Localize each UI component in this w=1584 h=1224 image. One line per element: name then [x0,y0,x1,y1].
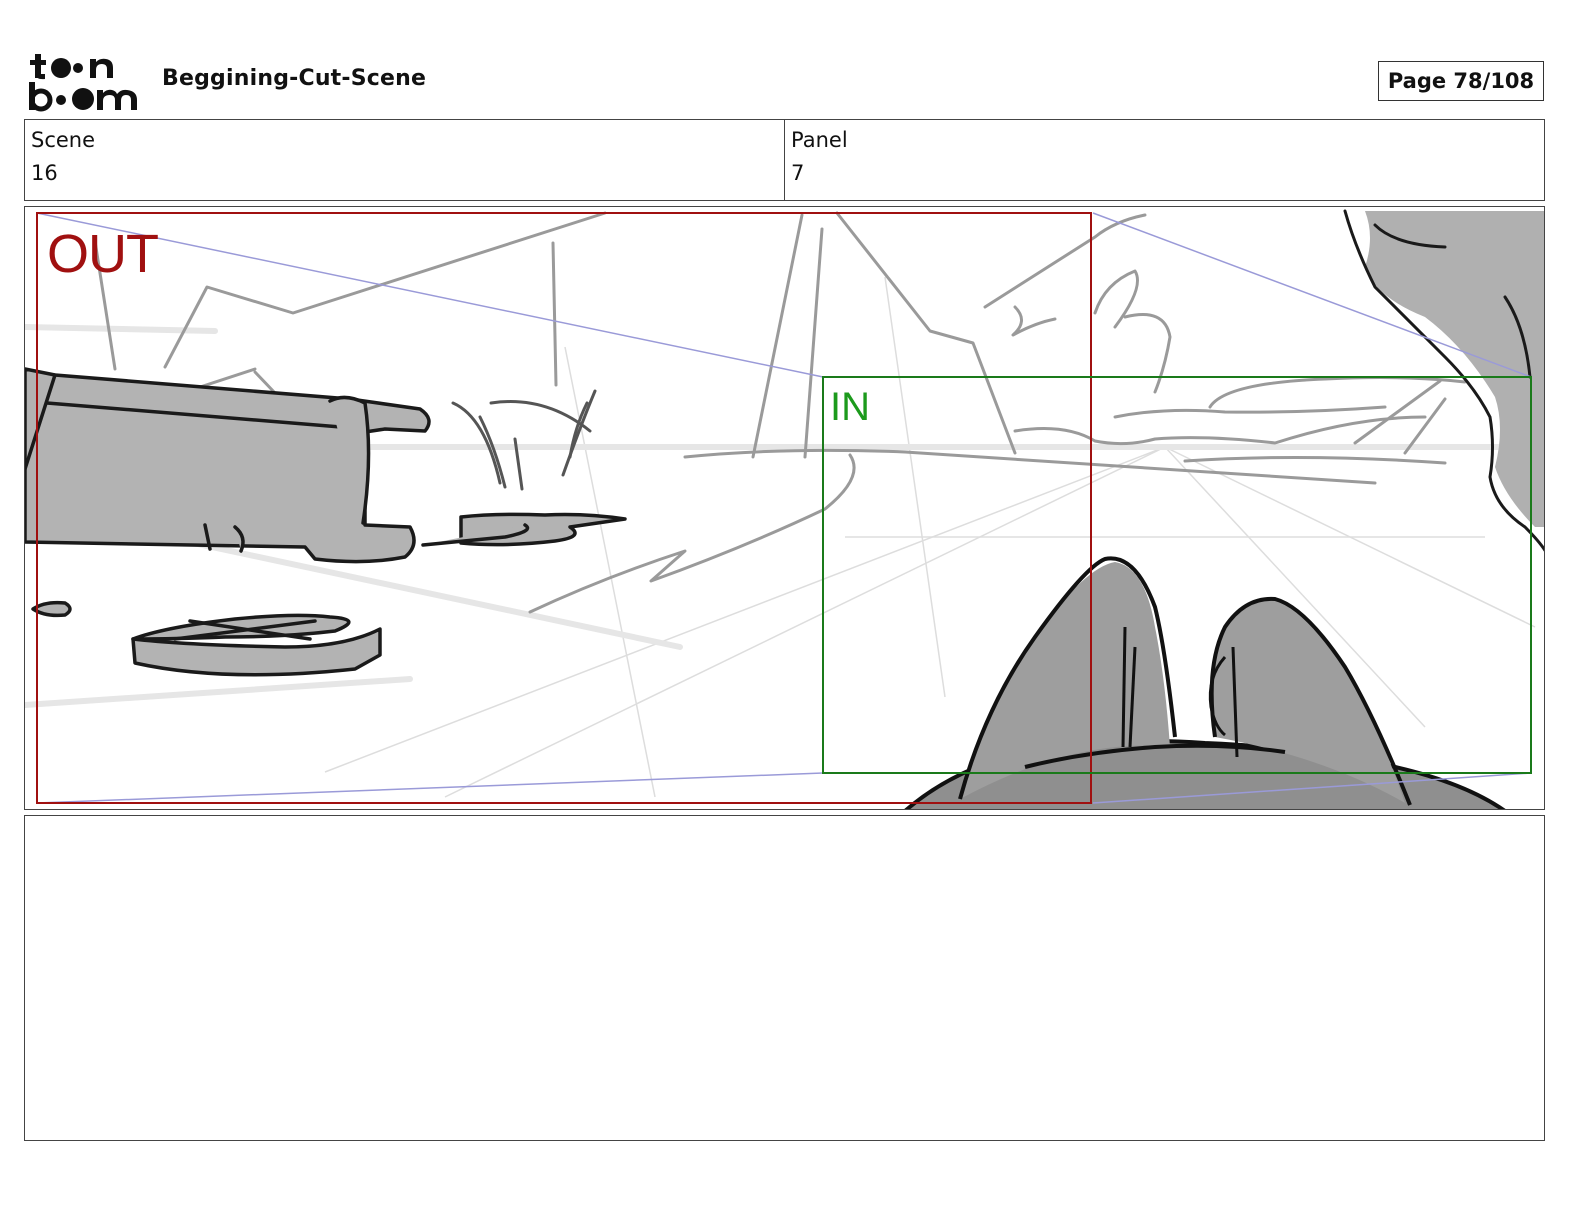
panel-value: 7 [791,161,805,185]
page-indicator: Page 78/108 [1378,61,1544,101]
page-number: 78/108 [1453,69,1535,93]
panel-label: Panel [791,128,848,152]
panel-sketch [25,209,1544,809]
page-label: Page [1387,69,1447,93]
scene-cell: Scene 16 [25,120,784,200]
panel-cell: Panel 7 [784,120,1544,200]
storyboard-panel: OUT IN [24,206,1545,810]
document-title: Beggining-Cut-Scene [162,66,427,91]
camera-in-label: IN [830,385,870,429]
scene-value: 16 [31,161,58,185]
camera-out-label: OUT [47,224,159,284]
scene-panel-table: Scene 16 Panel 7 [24,119,1545,201]
scene-label: Scene [31,128,96,152]
toon-boom-logo [29,54,137,112]
panel-notes-box [24,815,1545,1141]
